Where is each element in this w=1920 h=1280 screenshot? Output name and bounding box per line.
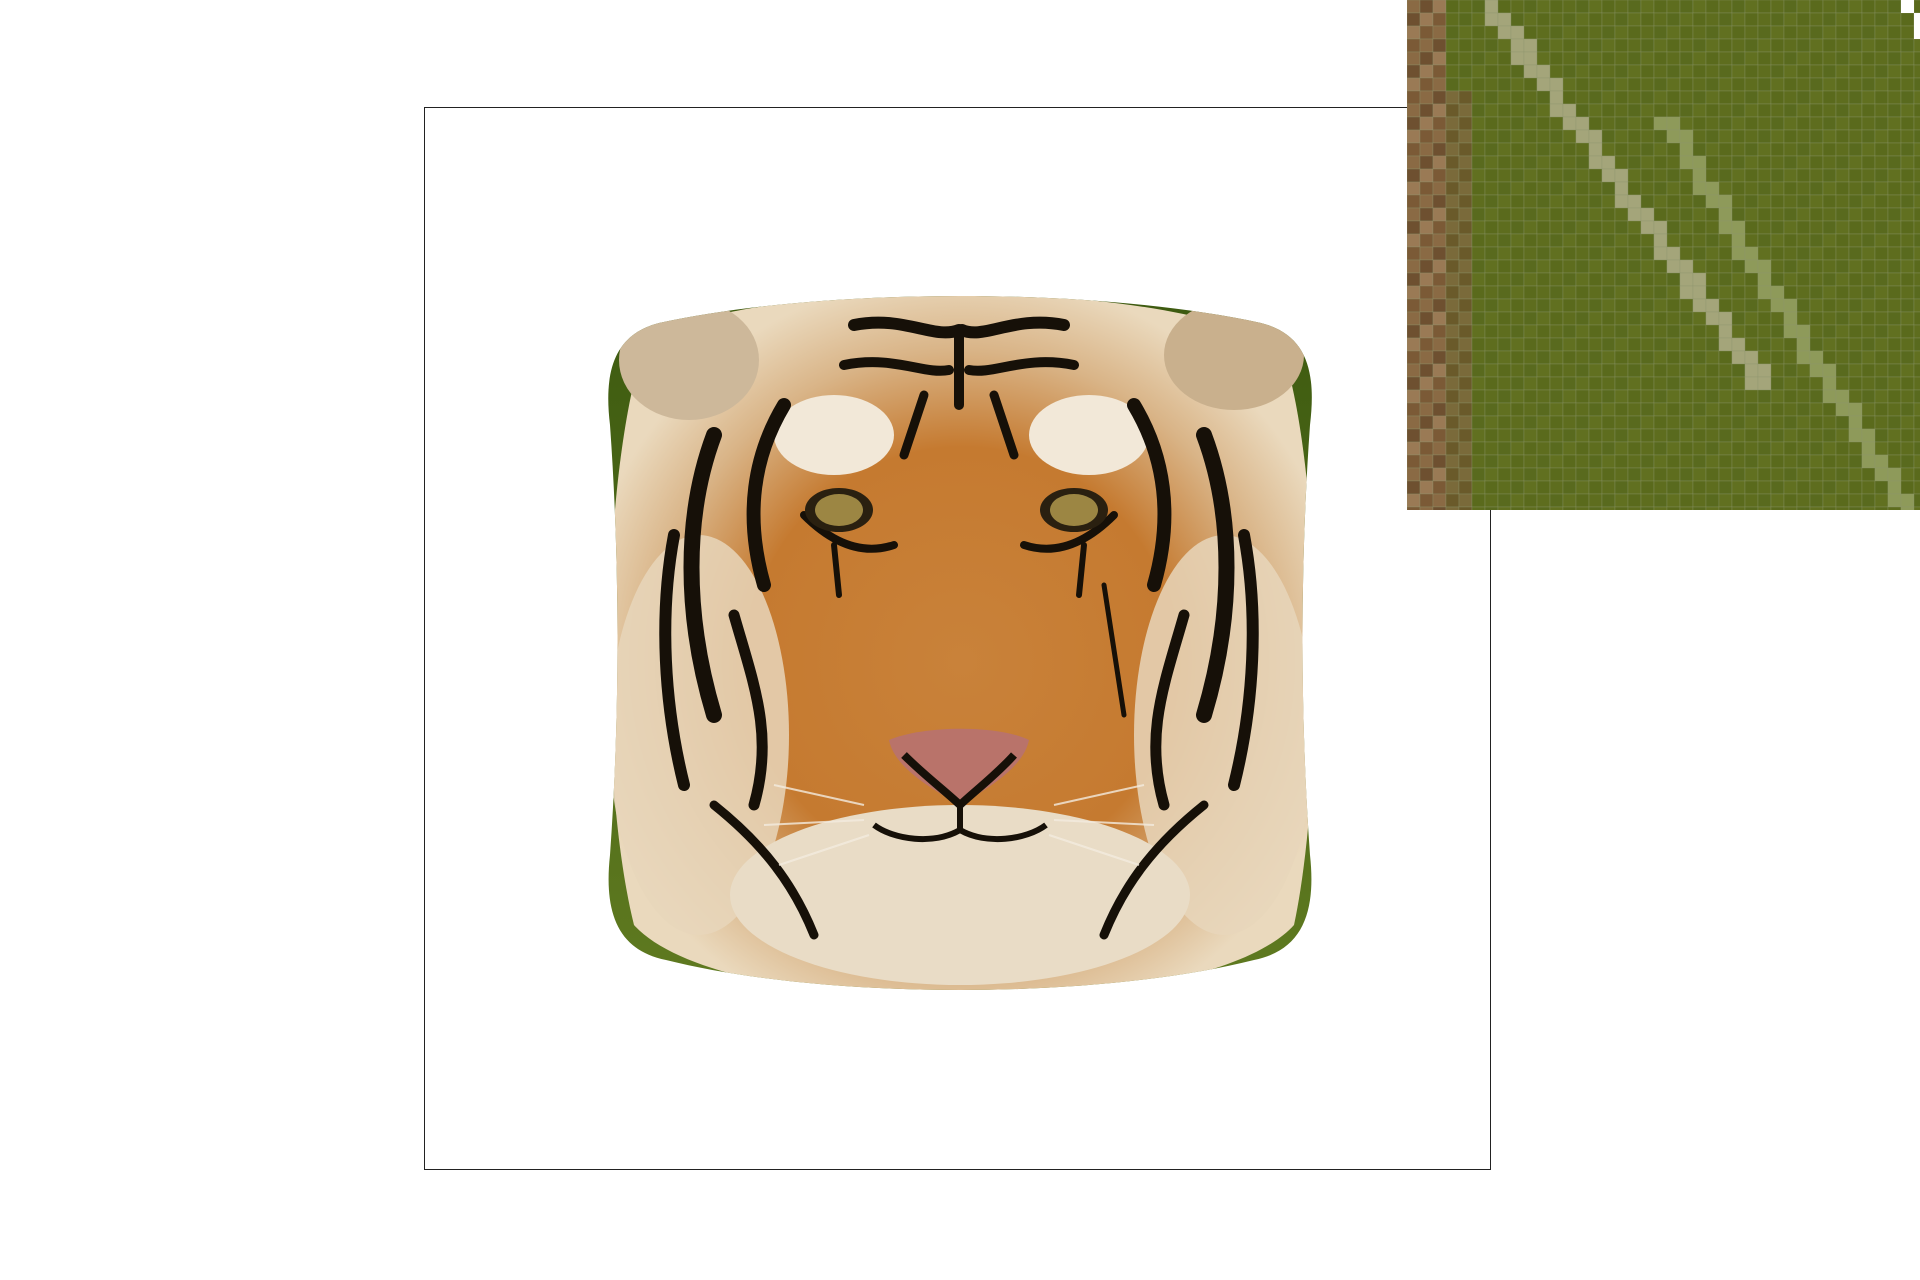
warped-tiger-image[interactable] <box>604 285 1316 995</box>
pixel-magnifier <box>1407 0 1920 510</box>
magnified-pixels-icon <box>1407 0 1920 510</box>
tiger-face-icon <box>608 296 1312 990</box>
